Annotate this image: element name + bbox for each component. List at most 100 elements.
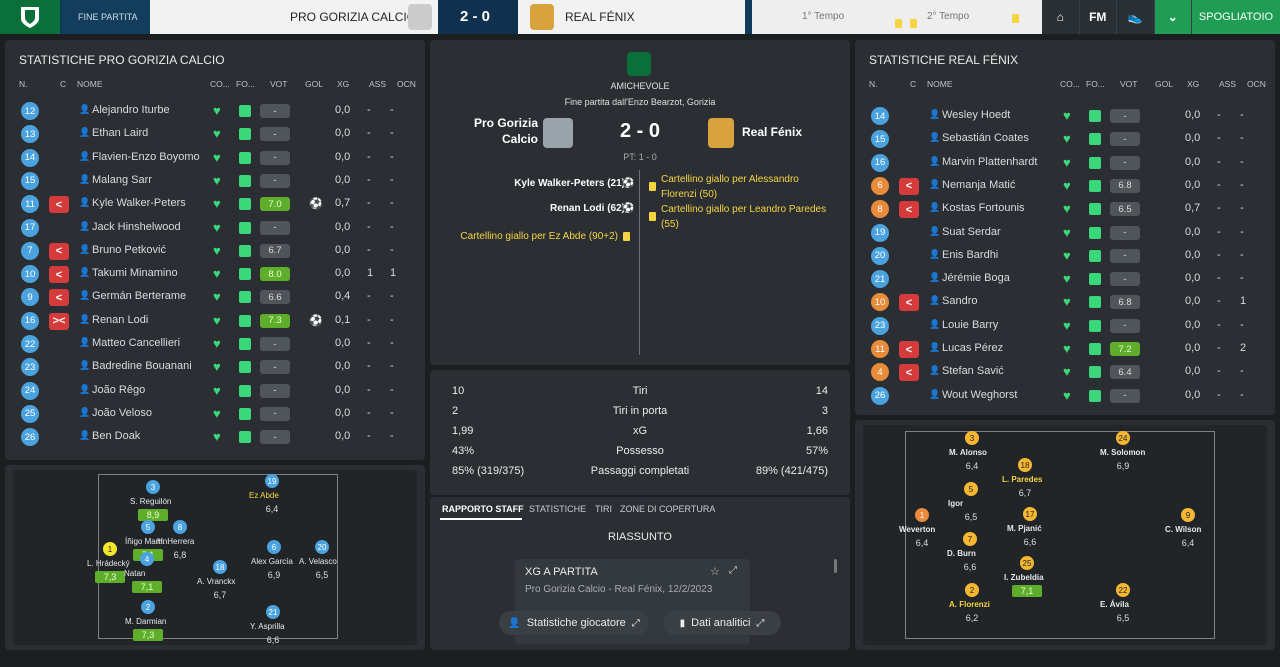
player-name[interactable]: Alejandro Iturbe bbox=[92, 104, 170, 116]
tab-statistiche[interactable]: STATISTICHE bbox=[529, 504, 586, 514]
column-header[interactable]: C bbox=[910, 79, 916, 89]
player-name[interactable]: Jérémie Boga bbox=[942, 272, 1010, 284]
player-token[interactable]: 20 bbox=[315, 540, 329, 554]
player-name[interactable]: Bruno Petković bbox=[92, 244, 166, 256]
player-name[interactable]: Malang Sarr bbox=[92, 174, 152, 186]
player-token[interactable]: 2 bbox=[141, 600, 155, 614]
column-header[interactable]: NOME bbox=[77, 79, 103, 89]
player-name[interactable]: Enis Bardhi bbox=[942, 249, 998, 261]
table-row[interactable]: 17 👤 Jack Hinshelwood ♥ - 0,0 - - bbox=[5, 217, 405, 240]
player-token[interactable]: 9 bbox=[1181, 508, 1195, 522]
player-name[interactable]: Sebastián Coates bbox=[942, 132, 1029, 144]
table-row[interactable]: 6 < 👤 Nemanja Matić ♥ 6.8 0,0 - - bbox=[855, 175, 1255, 198]
column-header[interactable]: OCN bbox=[1247, 79, 1266, 89]
table-row[interactable]: 11 < 👤 Lucas Pérez ♥ 7.2 0,0 - 2 bbox=[855, 338, 1255, 361]
column-header[interactable]: N. bbox=[869, 79, 878, 89]
player-name[interactable]: Kyle Walker-Peters bbox=[92, 197, 186, 209]
column-header[interactable]: FO... bbox=[1086, 79, 1105, 89]
table-row[interactable]: 23 👤 Badredine Bouanani ♥ - 0,0 - - bbox=[5, 356, 405, 379]
column-header[interactable]: VOT bbox=[1120, 79, 1137, 89]
table-row[interactable]: 15 👤 Malang Sarr ♥ - 0,0 - - bbox=[5, 170, 405, 193]
player-token[interactable]: 1 bbox=[915, 508, 929, 522]
table-row[interactable]: 4 < 👤 Stefan Savić ♥ 6.4 0,0 - - bbox=[855, 361, 1255, 384]
column-header[interactable]: N. bbox=[19, 79, 28, 89]
player-name[interactable]: João Rêgo bbox=[92, 384, 145, 396]
player-name[interactable]: Louie Barry bbox=[942, 319, 998, 331]
column-header[interactable]: NOME bbox=[927, 79, 953, 89]
tab-rapporto-staff[interactable]: RAPPORTO STAFF bbox=[442, 504, 524, 514]
player-token[interactable]: 25 bbox=[1020, 556, 1034, 570]
table-row[interactable]: 24 👤 João Rêgo ♥ - 0,0 - - bbox=[5, 380, 405, 403]
spogliatoio-button[interactable]: SPOGLIATOIO bbox=[1192, 0, 1280, 34]
player-token[interactable]: 18 bbox=[213, 560, 227, 574]
player-token[interactable]: 3 bbox=[146, 480, 160, 494]
table-row[interactable]: 8 < 👤 Kostas Fortounis ♥ 6.5 0,7 - - bbox=[855, 198, 1255, 221]
table-row[interactable]: 10 < 👤 Sandro ♥ 6.8 0,0 - 1 bbox=[855, 291, 1255, 314]
table-row[interactable]: 26 👤 Ben Doak ♥ - 0,0 - - bbox=[5, 426, 405, 449]
player-token[interactable]: 8 bbox=[173, 520, 187, 534]
player-name[interactable]: Stefan Savić bbox=[942, 365, 1004, 377]
player-name[interactable]: Nemanja Matić bbox=[942, 179, 1015, 191]
column-header[interactable]: CO... bbox=[1060, 79, 1080, 89]
player-token[interactable]: 22 bbox=[1116, 583, 1130, 597]
player-name[interactable]: Sandro bbox=[942, 295, 977, 307]
table-row[interactable]: 23 👤 Louie Barry ♥ - 0,0 - - bbox=[855, 315, 1255, 338]
player-name[interactable]: Wout Weghorst bbox=[942, 389, 1017, 401]
player-name[interactable]: Wesley Hoedt bbox=[942, 109, 1010, 121]
column-header[interactable]: XG bbox=[1187, 79, 1199, 89]
table-row[interactable]: 21 👤 Jérémie Boga ♥ - 0,0 - - bbox=[855, 268, 1255, 291]
table-row[interactable]: 16 >< 👤 Renan Lodi ♥ 7.3 ⚽ 0,1 - - bbox=[5, 310, 405, 333]
table-row[interactable]: 14 👤 Wesley Hoedt ♥ - 0,0 - - bbox=[855, 105, 1255, 128]
player-name[interactable]: Kostas Fortounis bbox=[942, 202, 1025, 214]
table-row[interactable]: 13 👤 Ethan Laird ♥ - 0,0 - - bbox=[5, 123, 405, 146]
column-header[interactable]: ASS bbox=[1219, 79, 1236, 89]
player-name[interactable]: Jack Hinshelwood bbox=[92, 221, 181, 233]
player-token[interactable]: 19 bbox=[265, 474, 279, 488]
match-timeline[interactable]: 1° Tempo 2° Tempo bbox=[752, 0, 1042, 34]
table-row[interactable]: 15 👤 Sebastián Coates ♥ - 0,0 - - bbox=[855, 128, 1255, 151]
column-header[interactable]: C bbox=[60, 79, 66, 89]
player-stats-button[interactable]: 👤 Statistiche giocatore ⤢ bbox=[499, 611, 649, 635]
column-header[interactable]: XG bbox=[337, 79, 349, 89]
player-name[interactable]: João Veloso bbox=[92, 407, 152, 419]
table-row[interactable]: 25 👤 João Veloso ♥ - 0,0 - - bbox=[5, 403, 405, 426]
column-header[interactable]: OCN bbox=[397, 79, 416, 89]
player-name[interactable]: Renan Lodi bbox=[92, 314, 148, 326]
table-row[interactable]: 14 👤 Flavien-Enzo Boyomo ♥ - 0,0 - - bbox=[5, 147, 405, 170]
player-name[interactable]: Ben Doak bbox=[92, 430, 140, 442]
table-row[interactable]: 7 < 👤 Bruno Petković ♥ 6.7 0,0 - - bbox=[5, 240, 405, 263]
player-token[interactable]: 24 bbox=[1116, 431, 1130, 445]
expand-icon[interactable]: ⤢ bbox=[729, 565, 737, 576]
table-row[interactable]: 10 < 👤 Takumi Minamino ♥ 8.0 0,0 1 1 bbox=[5, 263, 405, 286]
player-name[interactable]: Lucas Pérez bbox=[942, 342, 1003, 354]
player-token[interactable]: 21 bbox=[266, 605, 280, 619]
table-row[interactable]: 9 < 👤 Germán Berterame ♥ 6.6 0,4 - - bbox=[5, 286, 405, 309]
table-row[interactable]: 19 👤 Suat Serdar ♥ - 0,0 - - bbox=[855, 222, 1255, 245]
player-token[interactable]: 5 bbox=[141, 520, 155, 534]
tab-tiri[interactable]: TIRI bbox=[595, 504, 612, 514]
home-icon[interactable]: ⌂ bbox=[1042, 0, 1080, 34]
table-row[interactable]: 12 👤 Alejandro Iturbe ♥ - 0,0 - - bbox=[5, 100, 405, 123]
column-header[interactable]: VOT bbox=[270, 79, 287, 89]
player-name[interactable]: Suat Serdar bbox=[942, 226, 1001, 238]
table-row[interactable]: 20 👤 Enis Bardhi ♥ - 0,0 - - bbox=[855, 245, 1255, 268]
player-token[interactable]: 18 bbox=[1018, 458, 1032, 472]
player-name[interactable]: Takumi Minamino bbox=[92, 267, 178, 279]
player-name[interactable]: Marvin Plattenhardt bbox=[942, 156, 1037, 168]
player-name[interactable]: Germán Berterame bbox=[92, 290, 186, 302]
star-icon[interactable]: ☆ bbox=[710, 565, 720, 578]
player-token[interactable]: 6 bbox=[267, 540, 281, 554]
player-token[interactable]: 3 bbox=[965, 431, 979, 445]
player-token[interactable]: 17 bbox=[1023, 507, 1037, 521]
player-token[interactable]: 2 bbox=[965, 583, 979, 597]
club-crest-icon[interactable] bbox=[0, 0, 60, 34]
column-header[interactable]: GOL bbox=[305, 79, 323, 89]
column-header[interactable]: CO... bbox=[210, 79, 230, 89]
shoe-icon[interactable]: 👟 bbox=[1117, 0, 1155, 34]
table-row[interactable]: 22 👤 Matteo Cancellieri ♥ - 0,0 - - bbox=[5, 333, 405, 356]
column-header[interactable]: FO... bbox=[236, 79, 255, 89]
player-name[interactable]: Matteo Cancellieri bbox=[92, 337, 180, 349]
column-header[interactable]: GOL bbox=[1155, 79, 1173, 89]
table-row[interactable]: 26 👤 Wout Weghorst ♥ - 0,0 - - bbox=[855, 385, 1255, 408]
player-token[interactable]: 1 bbox=[103, 542, 117, 556]
